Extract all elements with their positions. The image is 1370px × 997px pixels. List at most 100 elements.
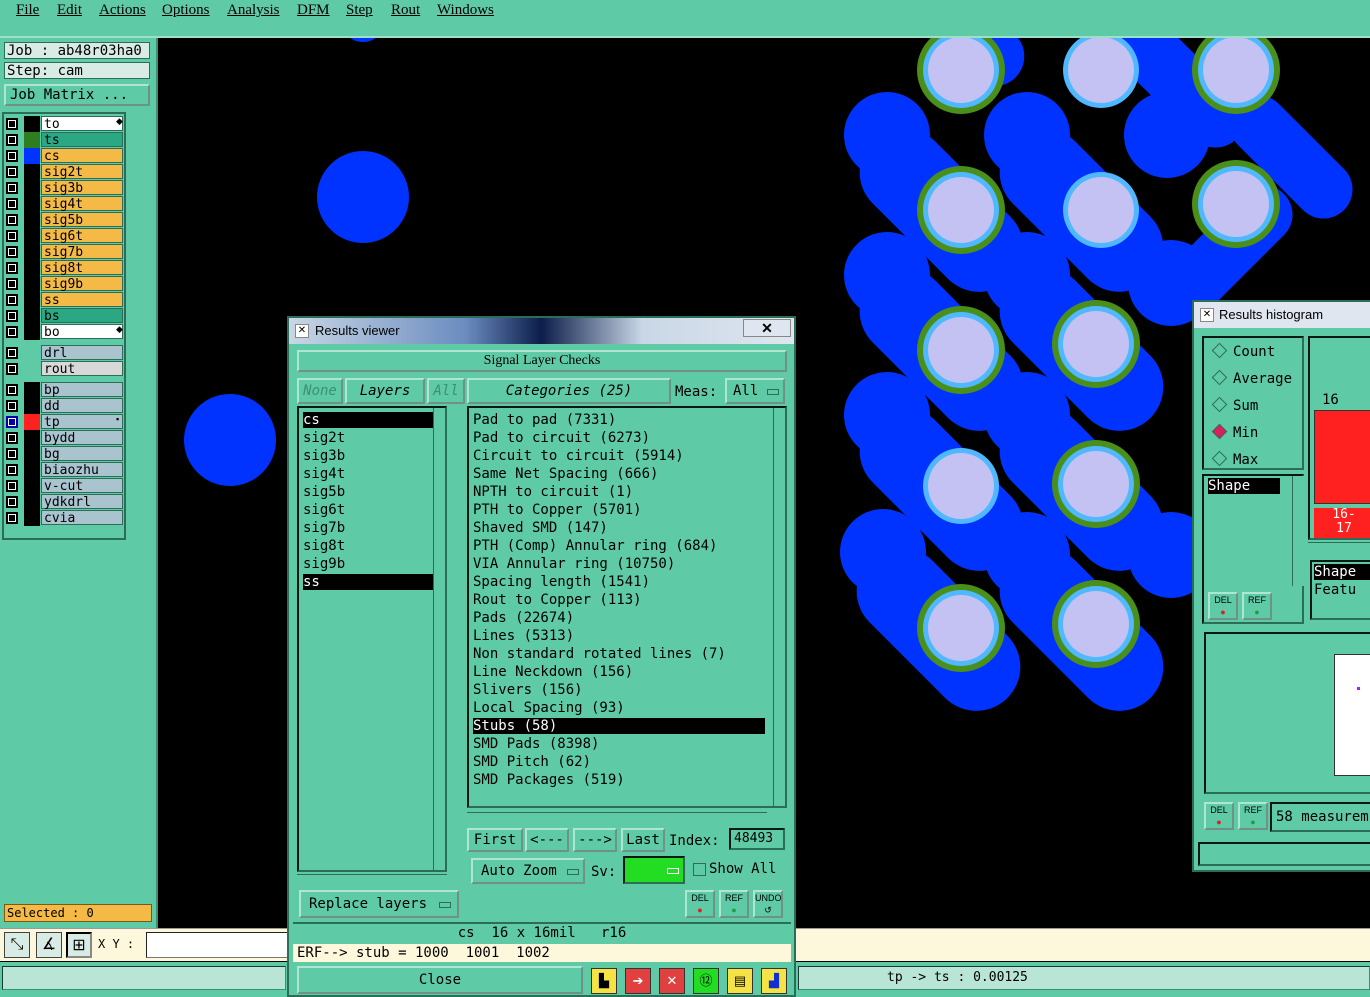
layer-row-tp[interactable]: tp ▪	[4, 414, 126, 430]
first-button[interactable]: First	[467, 828, 523, 852]
del-button[interactable]: DEL ●	[685, 890, 715, 918]
layer-color-swatch[interactable]	[24, 462, 40, 478]
step-icon[interactable]: ⑫	[693, 968, 719, 994]
layer-checkbox[interactable]	[6, 214, 18, 226]
layer-row-cs[interactable]: cs	[4, 148, 126, 164]
layer-color-swatch[interactable]	[24, 398, 40, 414]
layer-row-bp[interactable]: bp	[4, 382, 126, 398]
mode-sum[interactable]: Sum	[1211, 396, 1258, 414]
histogram-bar[interactable]	[1314, 410, 1370, 504]
category-item[interactable]: Line Neckdown (156)	[473, 664, 765, 680]
layer-name[interactable]: bs	[41, 308, 123, 324]
layer-name[interactable]: biaozhu	[41, 462, 123, 478]
close-icon[interactable]: ✕	[743, 319, 791, 337]
layer-name[interactable]: drl	[41, 345, 123, 361]
layer-row-sig9b[interactable]: sig9b	[4, 276, 126, 292]
category-item[interactable]: Lines (5313)	[473, 628, 765, 644]
layers-button[interactable]: Layers	[345, 378, 425, 404]
meas-dropdown[interactable]: All	[725, 378, 785, 404]
layer-color-swatch[interactable]	[24, 478, 40, 494]
layer-checkbox[interactable]	[6, 448, 18, 460]
layer-checkbox[interactable]	[6, 182, 18, 194]
xy-input[interactable]	[146, 932, 290, 958]
results-viewer-titlebar[interactable]: ✕ Results viewer ✕	[289, 318, 794, 344]
snap-grid-icon[interactable]: ⊞	[66, 932, 92, 958]
cross-icon[interactable]: ✕	[659, 968, 685, 994]
result-layer-item[interactable]: sig4t	[303, 466, 441, 482]
layer-row-sig6t[interactable]: sig6t	[4, 228, 126, 244]
layer-checkbox[interactable]	[6, 198, 18, 210]
layer-color-swatch[interactable]	[24, 228, 40, 244]
prev-button[interactable]: <---	[525, 828, 569, 852]
layer-color-swatch[interactable]	[24, 308, 40, 324]
histogram-ref-button[interactable]: REF ●	[1242, 592, 1272, 620]
report-icon[interactable]: ▤	[727, 968, 753, 994]
pan-tool-icon[interactable]: ⤡	[4, 932, 30, 958]
layer-name[interactable]: cs	[41, 148, 123, 164]
layer-color-swatch[interactable]	[24, 494, 40, 510]
auto-zoom-dropdown[interactable]: Auto Zoom	[471, 858, 585, 884]
histogram-del-button-2[interactable]: DEL ●	[1204, 802, 1234, 830]
category-item[interactable]: PTH to Copper (5701)	[473, 502, 765, 518]
histogram-icon[interactable]: ▟	[761, 968, 787, 994]
category-item[interactable]: Pads (22674)	[473, 610, 765, 626]
categories-hscroll[interactable]	[467, 812, 767, 825]
layer-checkbox[interactable]	[6, 326, 18, 338]
layer-checkbox[interactable]	[6, 118, 18, 130]
menu-analysis[interactable]: Analysis	[227, 2, 280, 19]
layer-color-swatch[interactable]	[24, 116, 40, 132]
category-item[interactable]: Spacing length (1541)	[473, 574, 765, 590]
layer-checkbox[interactable]	[6, 246, 18, 258]
layer-row-dd[interactable]: dd	[4, 398, 126, 414]
layer-name[interactable]: sig9b	[41, 276, 123, 292]
index-input[interactable]: 48493	[729, 828, 785, 850]
layer-name[interactable]: ydkdrl	[41, 494, 123, 510]
layer-row-bs[interactable]: bs	[4, 308, 126, 324]
layer-color-swatch[interactable]	[24, 324, 40, 340]
category-item[interactable]: SMD Pads (8398)	[473, 736, 765, 752]
layer-row-ydkdrl[interactable]: ydkdrl	[4, 494, 126, 510]
replace-layers-dropdown[interactable]: Replace layers	[299, 890, 459, 918]
layer-color-swatch[interactable]	[24, 292, 40, 308]
layer-name[interactable]: tp	[41, 414, 123, 430]
menu-rout[interactable]: Rout	[391, 2, 420, 19]
result-layer-item[interactable]: sig2t	[303, 430, 441, 446]
category-item[interactable]: Local Spacing (93)	[473, 700, 765, 716]
layer-color-swatch[interactable]	[24, 212, 40, 228]
layer-checkbox[interactable]	[6, 480, 18, 492]
layer-checkbox[interactable]	[6, 310, 18, 322]
job-matrix-button[interactable]: Job Matrix ...	[4, 84, 150, 106]
category-item[interactable]: Rout to Copper (113)	[473, 592, 765, 608]
layer-name[interactable]: bg	[41, 446, 123, 462]
layer-name[interactable]: v-cut	[41, 478, 123, 494]
category-item[interactable]: SMD Packages (519)	[473, 772, 765, 788]
layer-name[interactable]: cvia	[41, 510, 123, 526]
menu-dfm[interactable]: DFM	[297, 2, 330, 19]
mode-average[interactable]: Average	[1211, 369, 1292, 387]
layer-color-swatch[interactable]	[24, 510, 40, 526]
layer-checkbox[interactable]	[6, 363, 18, 375]
layer-color-swatch[interactable]	[24, 164, 40, 180]
category-item[interactable]: Stubs (58)	[473, 718, 765, 734]
layer-row-bo[interactable]: bo ◆	[4, 324, 126, 340]
mode-min[interactable]: Min	[1211, 423, 1258, 441]
category-item[interactable]: Same Net Spacing (666)	[473, 466, 765, 482]
show-all-checkbox[interactable]	[693, 863, 706, 876]
result-layer-item[interactable]: sig9b	[303, 556, 441, 572]
layer-name[interactable]: sig6t	[41, 228, 123, 244]
histogram-del-button[interactable]: DEL ●	[1208, 592, 1238, 620]
layer-color-swatch[interactable]	[24, 276, 40, 292]
layer-color-swatch[interactable]	[24, 345, 40, 361]
layer-checkbox[interactable]	[6, 134, 18, 146]
layer-name[interactable]: sig3b	[41, 180, 123, 196]
layer-color-swatch[interactable]	[24, 260, 40, 276]
layer-name[interactable]: bydd	[41, 430, 123, 446]
layer-name[interactable]: ss	[41, 292, 123, 308]
category-item[interactable]: PTH (Comp) Annular ring (684)	[473, 538, 765, 554]
layer-checkbox[interactable]	[6, 150, 18, 162]
menu-edit[interactable]: Edit	[57, 2, 82, 19]
histogram-hscroll[interactable]	[1308, 542, 1370, 555]
layer-name[interactable]: bo	[41, 324, 123, 340]
layers-all-button[interactable]: All	[427, 378, 465, 404]
layer-row-to[interactable]: to ◆	[4, 116, 126, 132]
